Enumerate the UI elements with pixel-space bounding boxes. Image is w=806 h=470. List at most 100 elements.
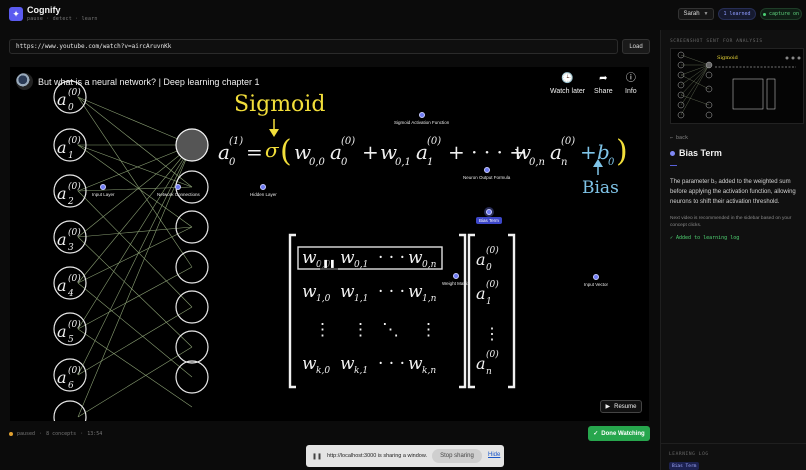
svg-text:w: w: [340, 354, 355, 374]
done-watching-button[interactable]: ✓ Done Watching: [588, 426, 650, 441]
svg-text:w: w: [408, 354, 423, 374]
svg-text:n: n: [486, 367, 492, 377]
capture-status-badge[interactable]: capture on: [760, 8, 802, 20]
svg-text:a: a: [57, 184, 67, 203]
hotspot-weight-matrix[interactable]: Weight Matrix: [442, 273, 469, 286]
bias-label: Bias: [582, 178, 619, 198]
svg-text:(0): (0): [486, 245, 499, 256]
screenshot-caption: SCREENSHOT SENT FOR ANALYSIS: [670, 39, 763, 44]
svg-text:1: 1: [68, 151, 74, 161]
hotspot-network-connections[interactable]: Network Connections: [157, 184, 200, 197]
network-connections: [77, 96, 193, 418]
user-menu-button[interactable]: Sarah ▼: [678, 8, 714, 20]
svg-text:⋮: ⋮: [314, 320, 331, 340]
done-label: Done Watching: [601, 430, 645, 437]
app-root: ✦ Cognify pause · detect · learn Sarah ▼…: [0, 0, 806, 470]
hotspot-neuron-output[interactable]: Neuron Output Formula: [463, 167, 510, 180]
svg-text:a: a: [476, 354, 486, 373]
svg-text:w: w: [408, 282, 423, 302]
learning-log-item[interactable]: Bias Term: [669, 462, 700, 470]
user-name: Sarah: [683, 11, 700, 17]
brand-subtitle: pause · detect · learn: [27, 16, 98, 22]
video-url-input[interactable]: [9, 39, 618, 54]
neuron-output-formula: a (1)0 = σ ( w0,0 a (0)0 + w0,1 a (0)1 + · …: [218, 134, 628, 169]
screenshot-thumbnail[interactable]: Sigmoid: [670, 48, 804, 124]
svg-text:w: w: [302, 282, 317, 302]
hotspot-dot-icon: [418, 112, 425, 118]
svg-text:⋱: ⋱: [382, 320, 399, 340]
video-player[interactable]: a (0) 0 a (0) 1 a (0) 2 a (0) 3 a (0) 4 a (0) 5 a (0)…: [10, 67, 649, 421]
svg-text:a: a: [57, 322, 67, 341]
load-button[interactable]: Load: [622, 39, 650, 54]
svg-text:Sigmoid: Sigmoid: [717, 55, 739, 61]
svg-text:1: 1: [427, 157, 433, 168]
svg-text:a: a: [476, 284, 486, 303]
hide-banner-link[interactable]: Hide: [488, 452, 500, 458]
svg-text:2: 2: [67, 197, 74, 207]
svg-text:0: 0: [608, 157, 615, 168]
concept-heading: Bias Term: [670, 148, 722, 158]
svg-text:0,0: 0,0: [309, 157, 326, 168]
svg-text:+: +: [362, 140, 379, 164]
hotspot-label: Input Layer: [92, 192, 115, 197]
watch-later-button[interactable]: 🕒 Watch later: [550, 73, 585, 95]
hotspot-label: Sigmoid Activation Function: [394, 120, 450, 125]
svg-text:a: a: [57, 90, 67, 109]
pause-icon[interactable]: ❚❚: [320, 255, 338, 271]
svg-text:· · ·: · · ·: [378, 354, 405, 374]
channel-avatar[interactable]: [16, 73, 33, 90]
hotspot-dot-icon: [452, 273, 459, 279]
svg-text:(0): (0): [486, 279, 499, 290]
svg-text:a: a: [57, 230, 67, 249]
svg-text:0: 0: [486, 263, 492, 273]
brand-name: Cognify: [27, 5, 61, 15]
svg-text:(0): (0): [68, 365, 81, 376]
video-title[interactable]: But what is a neural network? | Deep lea…: [38, 77, 259, 87]
share-banner-text: http://localhost:3000 is sharing a windo…: [327, 453, 428, 459]
svg-text:a: a: [57, 138, 67, 157]
paused-dot-icon: [9, 432, 13, 436]
pause-sharing-icon[interactable]: ❚❚: [312, 453, 322, 460]
svg-text:a: a: [476, 250, 486, 269]
learning-log-caption: LEARNING LOG: [669, 452, 709, 457]
share-button[interactable]: ➦ Share: [594, 73, 613, 95]
svg-text:0: 0: [229, 157, 236, 168]
hotspot-input-layer[interactable]: Input Layer: [92, 184, 115, 197]
hotspot-label: Neuron Output Formula: [463, 175, 511, 180]
svg-text:(0): (0): [341, 136, 355, 147]
svg-text:a: a: [57, 276, 67, 295]
svg-text:· · ·: · · ·: [378, 282, 405, 302]
stop-sharing-button[interactable]: Stop sharing: [432, 449, 482, 463]
hotspot-dot-icon: [175, 184, 182, 190]
svg-text:=: =: [246, 140, 263, 164]
info-button[interactable]: ⓘ Info: [625, 73, 637, 95]
status-concepts: 8 concepts: [46, 431, 77, 437]
status-state: paused: [17, 431, 36, 437]
hotspot-sigmoid-activation[interactable]: Sigmoid Activation Function: [394, 112, 449, 125]
svg-text:n: n: [561, 157, 567, 168]
resume-button[interactable]: ▶ Resume: [600, 400, 642, 413]
svg-text:1,1: 1,1: [354, 294, 368, 304]
svg-text:a: a: [57, 368, 67, 387]
recommendation-note: Next video is recommended in the sidebar…: [670, 216, 792, 228]
sigmoid-heading: Sigmoid: [234, 92, 325, 117]
back-link[interactable]: ← back: [670, 135, 688, 141]
hotspot-hidden-layer[interactable]: Hidden Layer: [250, 184, 277, 197]
svg-text:(0): (0): [68, 135, 81, 146]
learned-count-badge[interactable]: 1 learned: [718, 8, 756, 20]
hotspot-label: Network Connections: [157, 192, 200, 197]
svg-text:σ: σ: [265, 138, 280, 162]
info-label: Info: [625, 88, 637, 95]
svg-text:1,n: 1,n: [422, 294, 437, 304]
log-divider: [661, 443, 806, 444]
svg-text:(0): (0): [427, 136, 441, 147]
svg-text:(1): (1): [229, 136, 243, 147]
hotspot-dot-icon: [485, 209, 492, 215]
hotspot-input-vector[interactable]: Input Vector: [584, 274, 608, 287]
svg-text:⋮: ⋮: [420, 320, 437, 340]
hotspot-bias-term[interactable]: Bias Term: [476, 209, 502, 224]
svg-text:w: w: [340, 282, 355, 302]
svg-text:6: 6: [68, 381, 74, 391]
svg-text:(0): (0): [68, 273, 81, 284]
svg-text:(0): (0): [68, 87, 81, 98]
